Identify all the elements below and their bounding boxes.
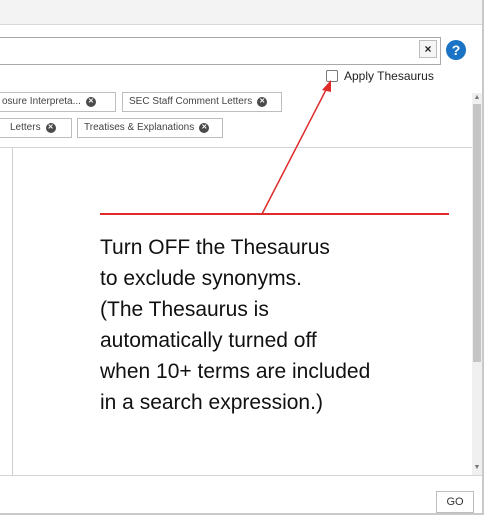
- callout-line: automatically turned off: [100, 329, 317, 352]
- callout-line: Turn OFF the Thesaurus: [100, 236, 330, 259]
- callout-line: (The Thesaurus is: [100, 298, 269, 321]
- callout-arrow-line: [261, 85, 329, 215]
- callout-line: in a search expression.): [100, 391, 323, 414]
- callout-line: to exclude synonyms.: [100, 267, 302, 290]
- callout-line: when 10+ terms are included: [100, 360, 371, 383]
- callout-arrow-head: [322, 80, 331, 92]
- annotation-callout-text: Turn OFF the Thesaurus to exclude synony…: [100, 232, 484, 418]
